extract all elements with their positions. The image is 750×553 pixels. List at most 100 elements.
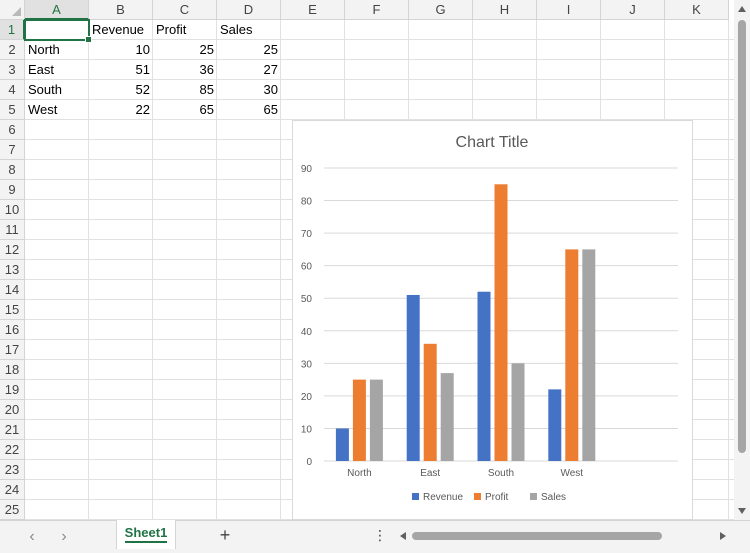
sheet-tab-bar: ‹ › Sheet1 + ⋮ [0,520,750,553]
row-header-10[interactable]: 10 [0,200,25,220]
y-tick-label: 80 [301,197,313,208]
vertical-scroll-thumb[interactable] [738,20,746,453]
row-header-21[interactable]: 21 [0,420,25,440]
value-cell[interactable]: 27 [217,60,281,80]
region-cell[interactable]: West [25,100,89,120]
row-header-20[interactable]: 20 [0,400,25,420]
bar-revenue-north [335,428,349,461]
bar-revenue-east [406,294,420,461]
bar-profit-west [565,249,579,461]
region-cell[interactable]: North [25,40,89,60]
value-cell[interactable]: 25 [217,40,281,60]
value-cell[interactable]: 65 [217,100,281,120]
region-cell[interactable]: East [25,60,89,80]
column-header-f[interactable]: F [345,0,409,20]
row-header-1[interactable]: 1 [0,20,25,40]
header-cell-profit[interactable]: Profit [153,20,217,40]
value-cell[interactable]: 85 [153,80,217,100]
row-header-23[interactable]: 23 [0,460,25,480]
chart-title: Chart Title [456,134,529,151]
legend-swatch-revenue [412,493,419,500]
value-cell[interactable]: 36 [153,60,217,80]
row-header-18[interactable]: 18 [0,360,25,380]
horizontal-scrollbar[interactable] [398,529,732,544]
bar-sales-east [440,373,454,461]
column-header-k[interactable]: K [665,0,729,20]
embedded-bar-chart[interactable]: Chart Title 0 10 20 30 40 50 60 70 80 90 North East S… [292,120,693,520]
column-header-e[interactable]: E [281,0,345,20]
column-header-j[interactable]: J [601,0,665,20]
row-header-22[interactable]: 22 [0,440,25,460]
bar-profit-north [352,379,366,461]
row-header-14[interactable]: 14 [0,280,25,300]
plus-icon[interactable]: + [215,525,235,546]
bar-sales-north [369,379,383,461]
y-tick-label: 10 [301,424,313,435]
row-header-11[interactable]: 11 [0,220,25,240]
bar-profit-south [494,184,508,461]
row-header-16[interactable]: 16 [0,320,25,340]
vertical-scrollbar[interactable] [734,0,750,520]
column-header-i[interactable]: I [537,0,601,20]
column-header-d[interactable]: D [217,0,281,20]
value-cell[interactable]: 65 [153,100,217,120]
scroll-left-icon[interactable] [400,532,406,540]
value-cell[interactable]: 10 [89,40,153,60]
value-cell[interactable]: 22 [89,100,153,120]
scroll-down-icon[interactable] [738,508,746,514]
bar-revenue-west [548,389,562,461]
scroll-right-icon[interactable] [720,532,726,540]
y-tick-label: 40 [301,327,313,338]
chevron-right-icon[interactable]: › [56,528,72,546]
row-header-24[interactable]: 24 [0,480,25,500]
x-tick-label: South [488,468,514,479]
chart-svg: Chart Title 0 10 20 30 40 50 60 70 80 90 North East S… [301,134,678,503]
row-header-17[interactable]: 17 [0,340,25,360]
scroll-up-icon[interactable] [738,6,746,12]
bar-profit-east [423,343,437,461]
value-cell[interactable]: 25 [153,40,217,60]
x-tick-label: North [347,468,371,479]
region-cell[interactable]: South [25,80,89,100]
header-cell-revenue[interactable]: Revenue [89,20,153,40]
legend-label-sales: Sales [541,492,566,503]
bar-sales-south [511,363,525,461]
column-header-c[interactable]: C [153,0,217,20]
row-header-3[interactable]: 3 [0,60,25,80]
value-cell[interactable]: 51 [89,60,153,80]
y-tick-label: 30 [301,359,313,370]
column-header-b[interactable]: B [89,0,153,20]
header-cell-sales[interactable]: Sales [217,20,281,40]
legend-label-profit: Profit [485,492,509,503]
row-header-8[interactable]: 8 [0,160,25,180]
y-tick-label: 90 [301,164,313,175]
column-header-g[interactable]: G [409,0,473,20]
row-header-25[interactable]: 25 [0,500,25,520]
x-tick-label: West [560,468,583,479]
row-header-5[interactable]: 5 [0,100,25,120]
row-header-12[interactable]: 12 [0,240,25,260]
row-header-7[interactable]: 7 [0,140,25,160]
row-header-15[interactable]: 15 [0,300,25,320]
column-header-h[interactable]: H [473,0,537,20]
horizontal-scroll-thumb[interactable] [412,532,662,540]
spreadsheet-grid[interactable]: ABCDEFGHIJK 1 2 3 4 5 6 7 8 9 10 11 12 13 14 15 16 17 18 1… [0,0,734,520]
row-header-4[interactable]: 4 [0,80,25,100]
active-cell-cursor[interactable] [24,19,92,43]
row-header-2[interactable]: 2 [0,40,25,60]
tab-sheet1[interactable]: Sheet1 [116,520,176,549]
y-tick-label: 50 [301,294,313,305]
row-header-19[interactable]: 19 [0,380,25,400]
value-cell[interactable]: 52 [89,80,153,100]
vertical-dots-icon[interactable]: ⋮ [373,527,387,544]
select-all-button[interactable] [0,0,25,20]
row-header-13[interactable]: 13 [0,260,25,280]
row-header-9[interactable]: 9 [0,180,25,200]
bar-revenue-south [477,291,491,461]
legend-swatch-profit [474,493,481,500]
row-header-6[interactable]: 6 [0,120,25,140]
value-cell[interactable]: 30 [217,80,281,100]
y-tick-label: 20 [301,392,313,403]
column-header-a[interactable]: A [25,0,89,20]
chevron-left-icon[interactable]: ‹ [24,528,40,546]
